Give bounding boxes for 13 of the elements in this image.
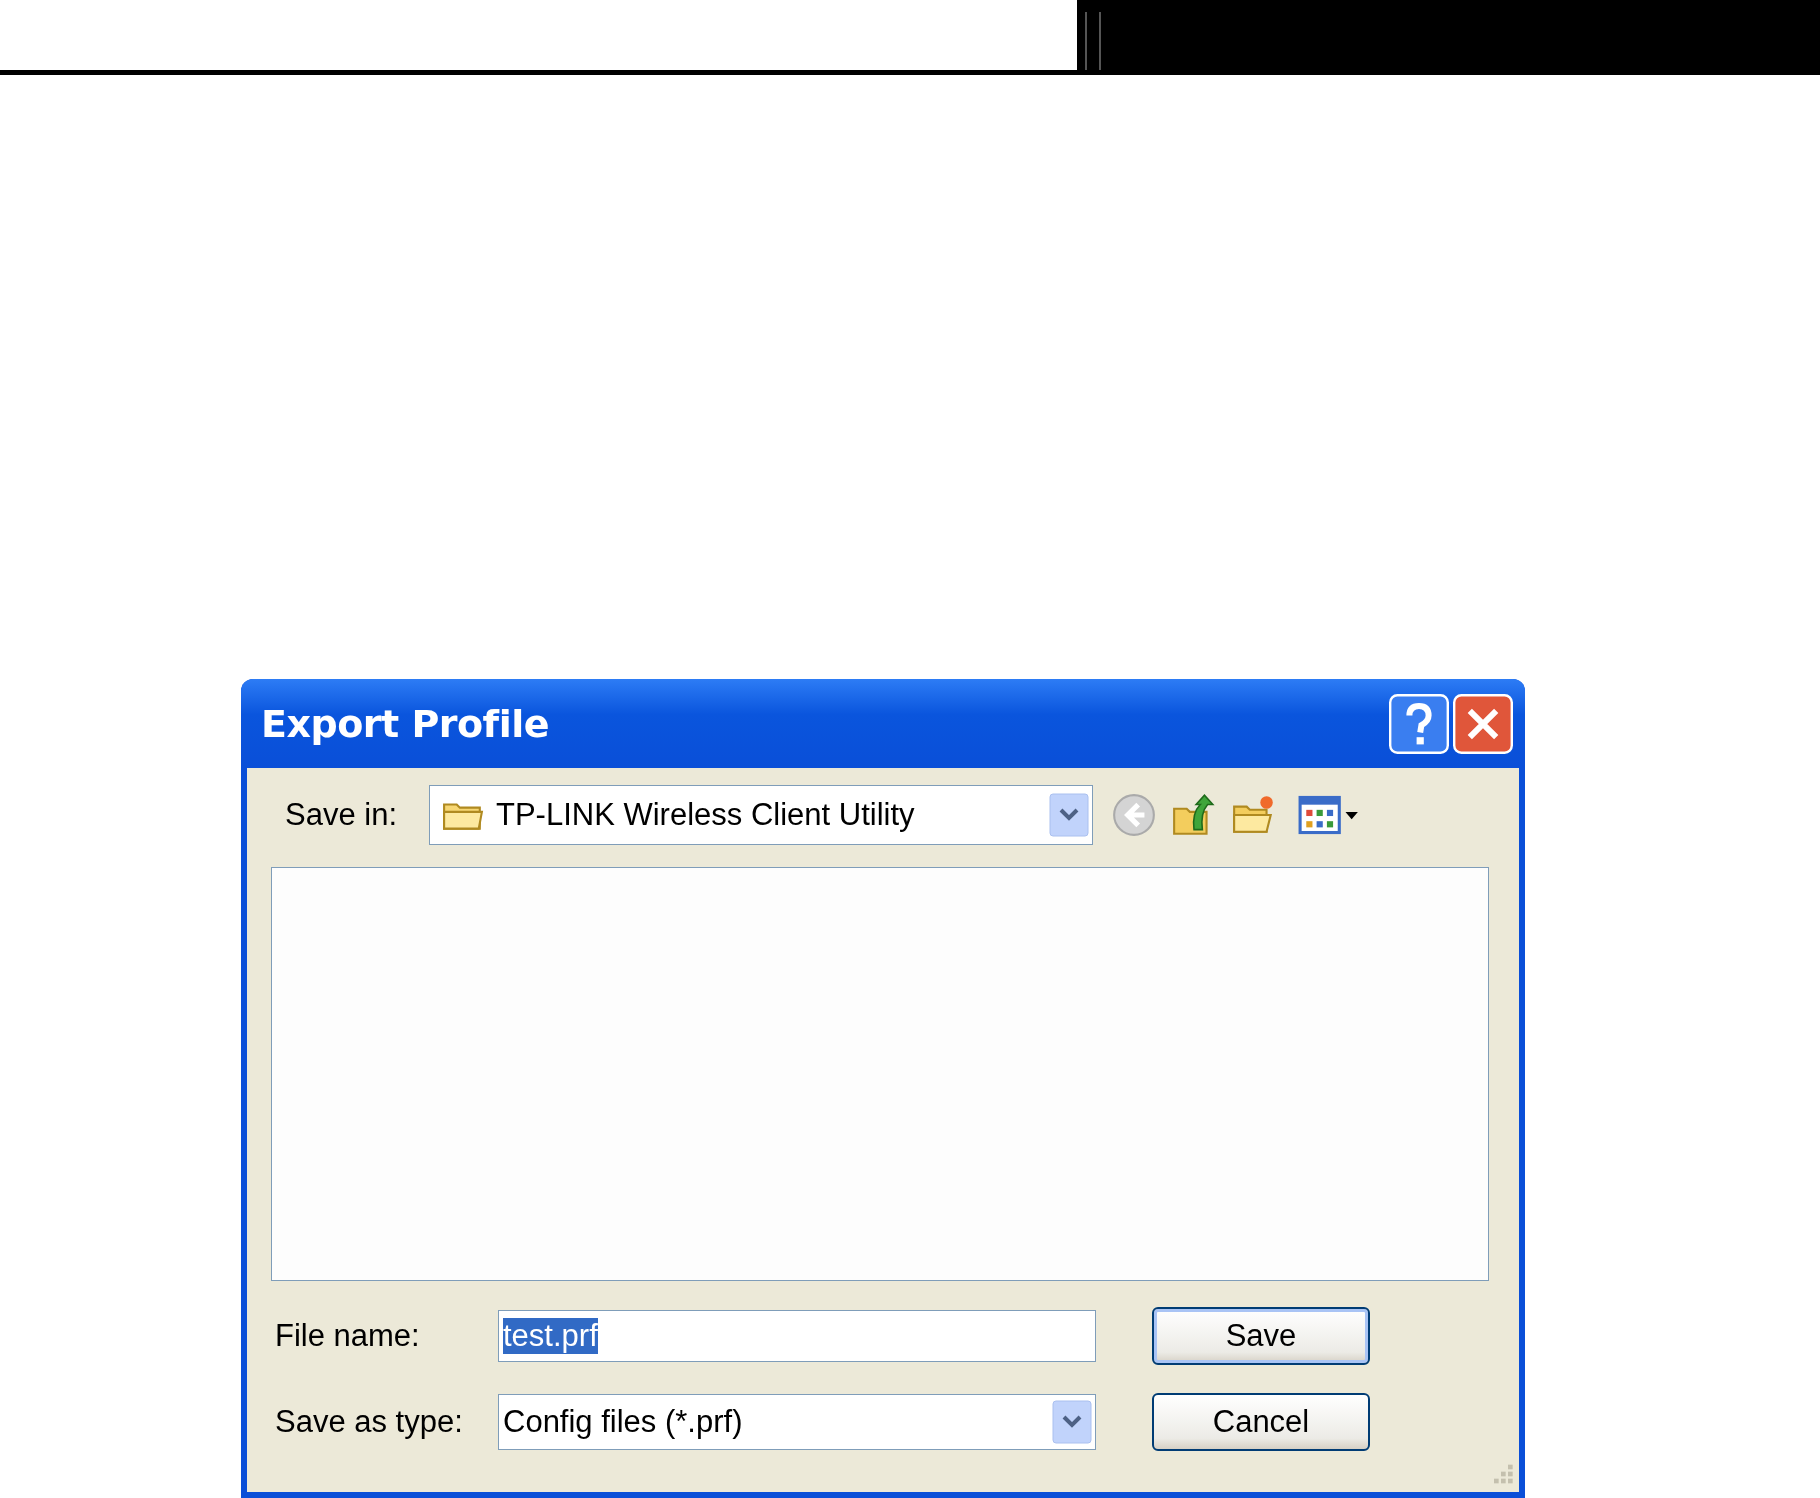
file-name-field[interactable]: test.prf — [498, 1310, 1096, 1362]
save-in-dropdown[interactable]: TP-LINK Wireless Client Utility — [429, 785, 1093, 845]
up-folder-icon[interactable] — [1171, 792, 1217, 838]
file-name-label: File name: — [274, 1318, 421, 1354]
save-as-type-label: Save as type: — [274, 1404, 464, 1440]
file-name-value: test.prf — [503, 1318, 598, 1354]
save-as-type-dropdown[interactable]: Config files (*.prf) — [498, 1394, 1096, 1450]
help-icon[interactable] — [1389, 693, 1449, 754]
dialog-button[interactable]: Cancel — [1152, 1393, 1370, 1451]
default-button[interactable]: Save — [1152, 1307, 1370, 1365]
save-in-label: Save in: — [284, 797, 398, 833]
close-icon[interactable] — [1453, 693, 1513, 754]
window-title: Export Profile — [261, 701, 549, 746]
